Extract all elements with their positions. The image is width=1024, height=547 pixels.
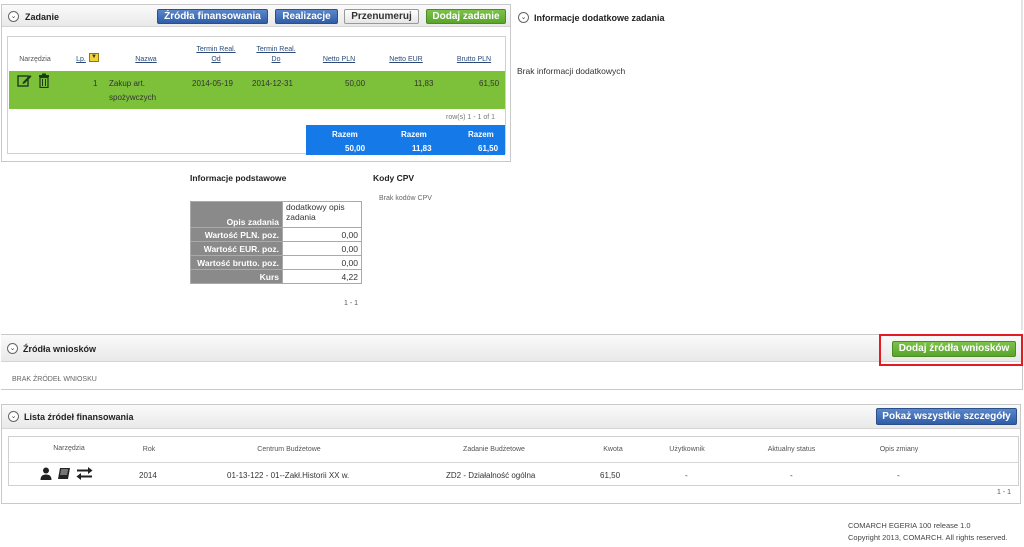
col-nazwa[interactable]: Nazwa — [126, 55, 166, 64]
zadanie-header: ⌄ Zadanie Źródła finansowania Realizacje… — [2, 5, 510, 27]
col-uzytkownik: Użytkownik — [669, 446, 705, 453]
zadanie-panel: ⌄ Zadanie Źródła finansowania Realizacje… — [1, 4, 511, 162]
kv-value: 0,00 — [282, 241, 362, 256]
dodaj-zadanie-button[interactable]: Dodaj zadanie — [426, 9, 506, 24]
collapse-chevron-icon[interactable]: ⌄ — [518, 12, 529, 23]
zrodla-wnioskow-empty: BRAK ŹRÓDEŁ WNIOSKU — [12, 376, 97, 383]
rows-info: row(s) 1 - 1 of 1 — [446, 114, 496, 121]
row-uzytkownik: - — [685, 471, 688, 480]
totals-brutto-pln: 61,50 — [478, 144, 499, 153]
zrodla-finansowania-button[interactable]: Źródła finansowania — [157, 9, 268, 24]
pokaz-szczegoly-button[interactable]: Pokaż wszystkie szczegóły — [876, 408, 1017, 425]
info-dodatkowe-title: Informacje dodatkowe zadania — [534, 13, 665, 23]
kody-cpv-empty: Brak kodów CPV — [379, 195, 432, 202]
info-podstawowe-pager: 1 - 1 — [344, 300, 359, 307]
lista-zrodel-title: Lista źródeł finansowania — [24, 412, 134, 422]
totals-box: Razem Razem Razem 50,00 11,83 61,50 — [306, 125, 505, 155]
lista-zrodel-panel: ⌄ Lista źródeł finansowania Pokaż wszyst… — [1, 404, 1021, 504]
col-netto-eur[interactable]: Netto EUR — [378, 55, 434, 64]
totals-label-eur: Razem — [401, 130, 427, 139]
lista-zrodel-table: Narzędzia Rok Centrum Budżetowe Zadanie … — [8, 436, 1019, 486]
row-opis: - — [897, 471, 900, 480]
row-status: - — [790, 471, 793, 480]
col-narzedzia: Narzędzia — [19, 56, 51, 63]
kv-key: Opis zadania — [190, 201, 283, 228]
user-icon[interactable] — [40, 467, 52, 482]
row-zadanie: ZD2 - Działalność ogólna — [446, 471, 536, 480]
col-centrum: Centrum Budżetowe — [257, 446, 321, 453]
row-lp: 1 — [93, 79, 98, 88]
realizacje-button[interactable]: Realizacje — [275, 9, 338, 24]
zadanie-table: Narzędzia Lp. ▼ Nazwa Termin Real. Od Te… — [7, 36, 506, 155]
kv-key: Kurs — [190, 269, 283, 284]
przenumeruj-button[interactable]: Przenumeruj — [344, 9, 419, 24]
row-netto-eur: 11,83 — [414, 79, 434, 88]
col-kwota: Kwota — [603, 446, 623, 453]
info-podstawowe-table: Opis zadania dodatkowy opis zadania Warto… — [190, 201, 362, 284]
totals-label-brutto: Razem — [468, 130, 494, 139]
kv-key: Wartość EUR. poz. — [190, 241, 283, 256]
totals-netto-eur: 11,83 — [412, 144, 432, 153]
kv-value: 0,00 — [282, 255, 362, 270]
transfer-arrows-icon[interactable] — [76, 467, 93, 482]
table-row[interactable]: 2014 01-13-122 - 01--Zakł.Historii XX w.… — [9, 462, 1018, 486]
col-termin-od-line1[interactable]: Termin Real. — [184, 45, 248, 54]
collapse-chevron-icon[interactable]: ⌄ — [8, 411, 19, 422]
footer-line2: Copyright 2013, COMARCH. All rights rese… — [848, 533, 1008, 542]
zrodla-wnioskow-header: ⌄ Źródła wniosków Dodaj źródła wniosków — [1, 334, 1023, 366]
lista-zrodel-pager: 1 - 1 — [997, 489, 1012, 496]
lista-zrodel-header: ⌄ Lista źródeł finansowania Pokaż wszyst… — [2, 405, 1020, 429]
col-brutto-pln[interactable]: Brutto PLN — [446, 55, 502, 64]
table-row[interactable]: 1 Zakup art. spożywczych 2014-05-19 2014… — [9, 71, 505, 109]
kv-value: 0,00 — [282, 227, 362, 242]
collapse-chevron-icon[interactable]: ⌄ — [7, 343, 18, 354]
dodaj-zrodla-wnioskow-button[interactable]: Dodaj źródła wniosków — [892, 341, 1016, 357]
info-podstawowe-title: Informacje podstawowe — [190, 173, 287, 183]
row-rok: 2014 — [139, 471, 157, 480]
col-status: Aktualny status — [767, 446, 816, 453]
row-netto-pln: 50,00 — [345, 79, 366, 88]
kv-key: Wartość brutto. poz. — [190, 255, 283, 270]
zrodla-wnioskow-panel: ⌄ Źródła wniosków Dodaj źródła wniosków … — [1, 334, 1023, 390]
row-termin-od: 2014-05-19 — [192, 79, 233, 88]
row-brutto-pln: 61,50 — [479, 79, 500, 88]
col-lp[interactable]: Lp. — [71, 55, 91, 64]
sort-dropdown-icon[interactable]: ▼ — [89, 53, 99, 62]
right-edge-divider — [1021, 0, 1023, 330]
kv-value: 4,22 — [282, 269, 362, 284]
row-nazwa-line1: Zakup art. — [109, 79, 146, 88]
col-netto-pln[interactable]: Netto PLN — [311, 55, 367, 64]
totals-netto-pln: 50,00 — [345, 144, 366, 153]
footer-line1: COMARCH EGERIA 100 release 1.0 — [848, 521, 971, 530]
info-dodatkowe-empty: Brak informacji dodatkowych — [517, 66, 626, 76]
kody-cpv-title: Kody CPV — [373, 173, 415, 183]
totals-label-pln: Razem — [332, 130, 358, 139]
kv-value: dodatkowy opis zadania — [282, 201, 362, 228]
edit-icon[interactable] — [17, 74, 32, 87]
zrodla-wnioskow-title: Źródła wniosków — [23, 344, 97, 354]
col-opis: Opis zmiany — [879, 446, 919, 453]
col-zadanie: Zadanie Budżetowe — [463, 446, 525, 453]
trash-icon[interactable] — [38, 73, 50, 89]
col-narzedzia: Narzędzia — [53, 445, 85, 452]
col-rok: Rok — [142, 446, 156, 453]
kv-key: Wartość PLN. poz. — [190, 227, 283, 242]
book-icon[interactable] — [57, 467, 71, 482]
row-kwota: 61,50 — [600, 471, 621, 480]
row-termin-do: 2014-12-31 — [252, 79, 293, 88]
row-nazwa-line2: spożywczych — [109, 93, 157, 102]
row-centrum: 01-13-122 - 01--Zakł.Historii XX w. — [227, 471, 350, 480]
col-termin-do-line2[interactable]: Do — [244, 55, 308, 64]
zadanie-title: Zadanie — [25, 12, 60, 22]
col-termin-od-line2[interactable]: Od — [184, 55, 248, 64]
collapse-chevron-icon[interactable]: ⌄ — [8, 11, 19, 22]
col-termin-do-line1[interactable]: Termin Real. — [244, 45, 308, 54]
